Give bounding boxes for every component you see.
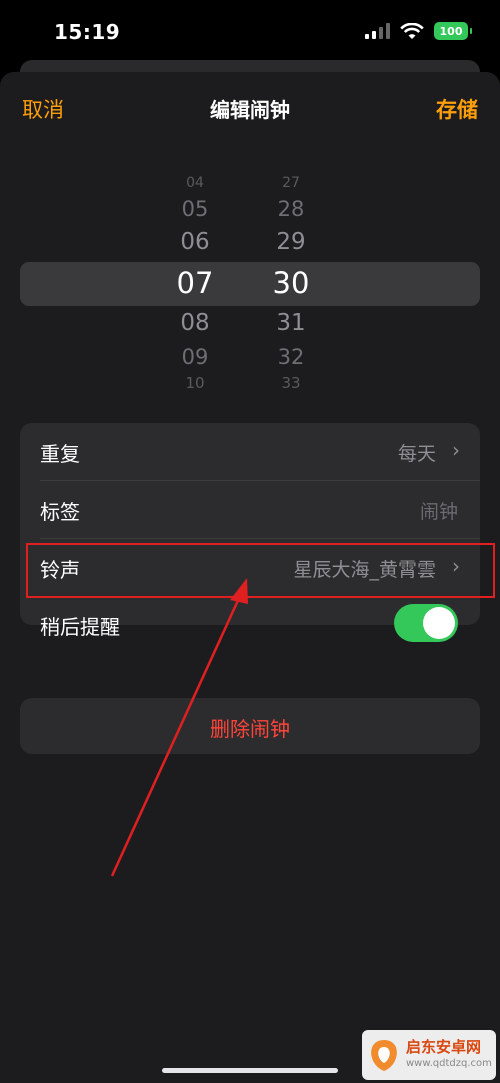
watermark-title: 启东安卓网 bbox=[406, 1038, 482, 1056]
label-input[interactable]: 闹钟 bbox=[420, 497, 458, 524]
snooze-label: 稍后提醒 bbox=[40, 615, 120, 639]
save-button[interactable]: 存储 bbox=[436, 94, 478, 124]
annotation-highlight-box bbox=[26, 543, 495, 598]
home-indicator bbox=[162, 1068, 338, 1073]
picker-hour: 05 bbox=[181, 197, 209, 221]
picker-minute: 28 bbox=[277, 197, 305, 221]
delete-alarm-button[interactable]: 删除闹钟 bbox=[20, 698, 480, 754]
label-row[interactable]: 标签 闹钟 bbox=[20, 481, 480, 538]
label-label: 标签 bbox=[40, 500, 80, 524]
picker-hour: 10 bbox=[185, 374, 205, 392]
battery-icon: 100 bbox=[434, 22, 472, 40]
picker-minute: 27 bbox=[282, 175, 300, 191]
picker-minute: 32 bbox=[277, 345, 305, 369]
chevron-right-icon: › bbox=[452, 438, 460, 462]
repeat-label: 重复 bbox=[40, 442, 80, 466]
watermark-url: www.qdtdzq.com bbox=[406, 1058, 492, 1069]
logo-icon bbox=[371, 1040, 397, 1071]
wifi-icon bbox=[400, 22, 424, 39]
status-icons: 100 bbox=[364, 22, 472, 40]
picker-hour: 09 bbox=[181, 345, 209, 369]
picker-hour: 04 bbox=[186, 175, 204, 191]
picker-selection-band bbox=[20, 262, 480, 306]
picker-minute-selected: 30 bbox=[272, 266, 310, 300]
repeat-row[interactable]: 重复 每天 › bbox=[20, 423, 480, 480]
delete-alarm-label: 删除闹钟 bbox=[210, 717, 290, 741]
picker-hour: 06 bbox=[180, 229, 210, 255]
watermark: 启东安卓网 www.qdtdzq.com bbox=[362, 1030, 496, 1080]
repeat-value: 每天 bbox=[397, 443, 436, 465]
page-title: 编辑闹钟 bbox=[210, 98, 290, 122]
picker-minute: 29 bbox=[276, 229, 306, 255]
picker-hour: 08 bbox=[180, 310, 210, 336]
toggle-knob bbox=[423, 607, 455, 639]
signal-icon bbox=[365, 23, 390, 39]
picker-minute: 31 bbox=[276, 310, 306, 336]
picker-hour-selected: 07 bbox=[176, 266, 214, 300]
status-time: 15:19 bbox=[54, 20, 121, 44]
snooze-toggle[interactable] bbox=[394, 604, 458, 642]
picker-minute: 33 bbox=[281, 374, 301, 392]
